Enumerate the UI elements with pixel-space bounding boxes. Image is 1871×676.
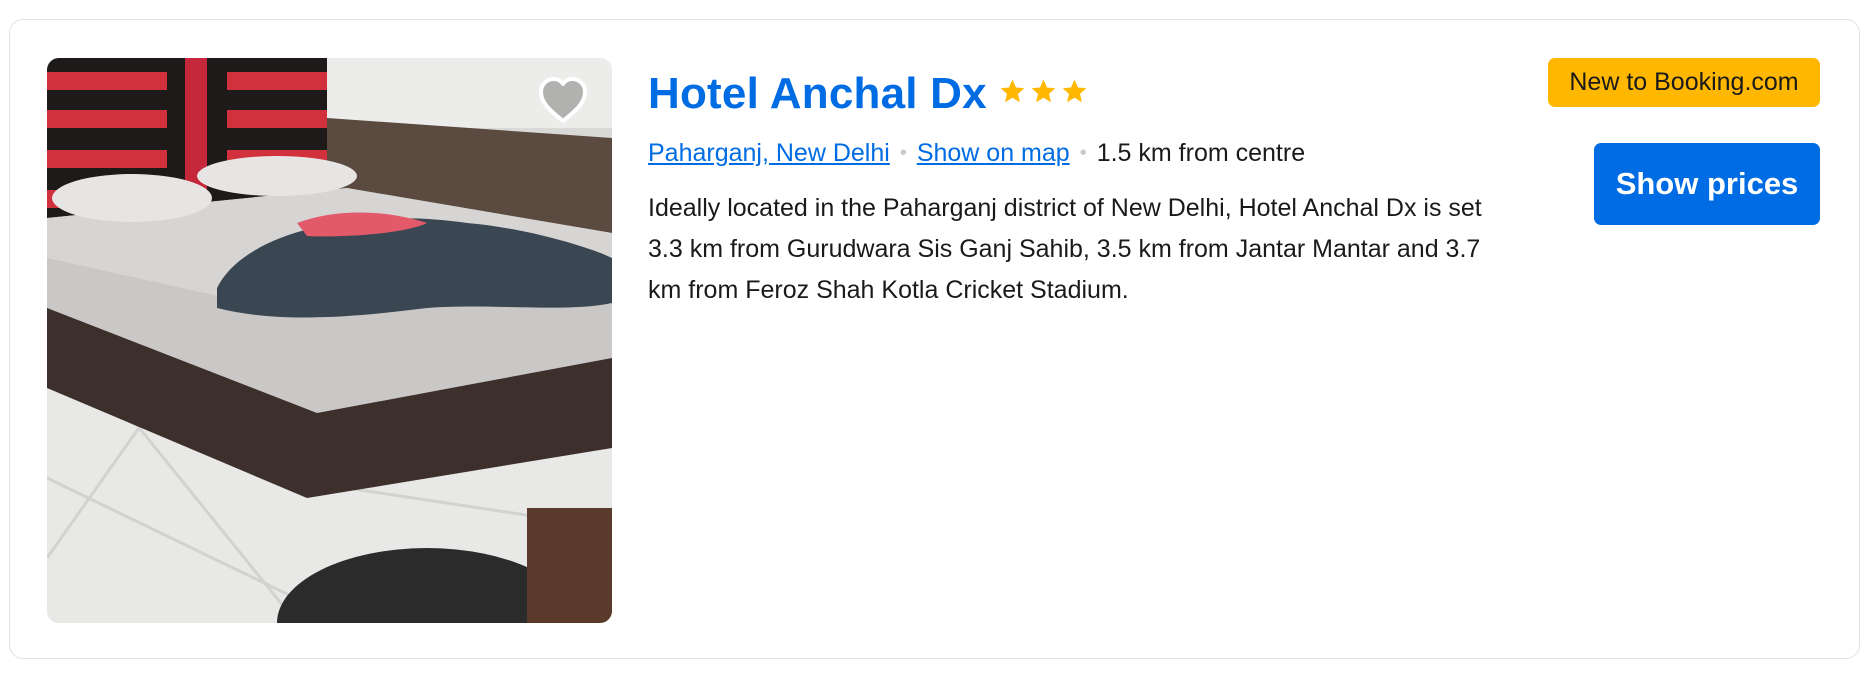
hotel-room-image	[47, 58, 612, 623]
separator-dot: •	[899, 141, 907, 164]
title-row: Hotel Anchal Dx	[648, 62, 1488, 126]
star-icon	[1000, 79, 1025, 102]
show-on-map-link[interactable]: Show on map	[917, 139, 1070, 168]
star-icon	[1062, 79, 1087, 102]
location-row: Paharganj, New Delhi • Show on map • 1.5…	[648, 136, 1488, 170]
show-prices-button[interactable]: Show prices	[1594, 143, 1820, 225]
star-rating	[999, 78, 1088, 105]
separator-dot: •	[1079, 141, 1087, 164]
property-title[interactable]: Hotel Anchal Dx	[648, 69, 987, 119]
new-to-booking-badge: New to Booking.com	[1548, 58, 1820, 107]
location-link[interactable]: Paharganj, New Delhi	[648, 139, 890, 168]
property-description: Ideally located in the Paharganj distric…	[648, 194, 1482, 304]
favorite-heart-icon[interactable]	[535, 72, 591, 128]
property-photo[interactable]	[47, 58, 612, 623]
distance-from-centre: 1.5 km from centre	[1096, 138, 1306, 167]
property-info: Hotel Anchal Dx Paharganj, New Delhi • S…	[648, 62, 1488, 311]
star-icon	[1031, 79, 1056, 102]
